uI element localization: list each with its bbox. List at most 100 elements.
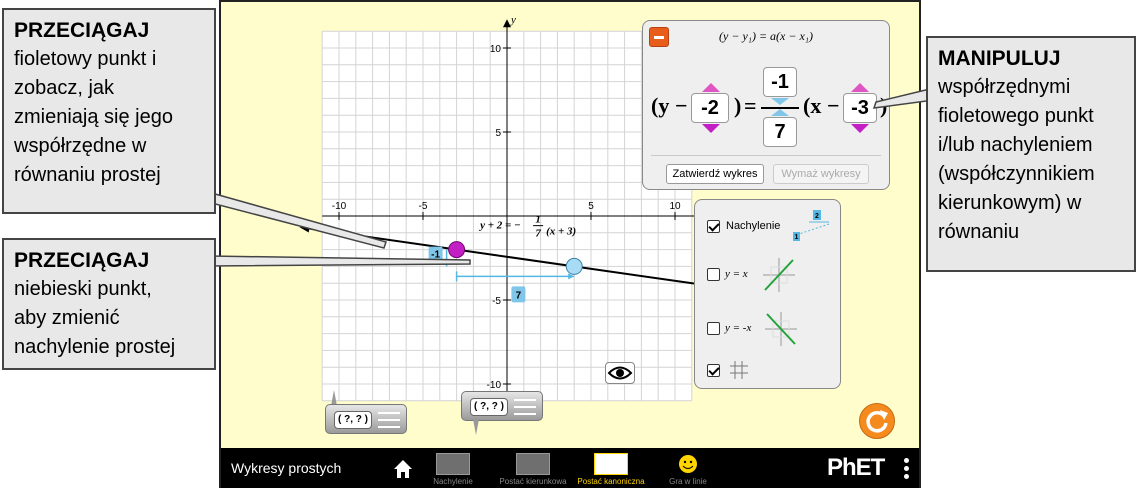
callout-line: aby zmienić [14, 307, 120, 329]
callout-line: równaniu prostej [14, 164, 161, 186]
callout-line: nachylenie prostej [14, 336, 176, 358]
y-equals-neg-x-label: y = -x [725, 322, 752, 334]
y-equals-x-checkbox[interactable] [707, 268, 720, 281]
blue-slope-handle[interactable] [565, 257, 583, 275]
grid-icon [730, 361, 748, 379]
x1-decrement-arrow[interactable] [851, 124, 869, 133]
slope-numerator-spinner[interactable]: -1 [763, 67, 797, 97]
y-axis-arrow [503, 19, 511, 28]
graph-options-panel: Nachylenie 2 1 y = x y = -x [694, 199, 841, 389]
callout-line: (współczynnikiem [938, 163, 1095, 185]
callout-line: zmieniają się jego [14, 106, 173, 128]
y-equals-x-label: y = x [725, 268, 748, 280]
slope-checkbox[interactable] [707, 220, 720, 233]
y1-increment-arrow[interactable] [702, 83, 720, 92]
point-tool-2-readout: ( ?, ? ) [470, 398, 508, 416]
rise-label: -1 [431, 250, 440, 261]
callout-line: kierunkowym) w [938, 192, 1082, 214]
y-tick-label: -5 [492, 296, 501, 307]
slope-denominator-spinner[interactable]: 7 [763, 117, 797, 147]
slope-icon: 2 1 [792, 210, 830, 241]
callout-line: współrzędnymi [938, 76, 1071, 98]
callout-drag-blue: PRZECIĄGAJ niebieski punkt, aby zmienić … [2, 238, 216, 370]
eq-x-close: ) [880, 93, 888, 118]
screen-tab-line-game[interactable]: Gra w linie [661, 453, 715, 486]
grid-checkbox[interactable] [707, 364, 720, 377]
screen-tab-slope[interactable]: Nachylenie [427, 453, 479, 486]
rise-label-box: -1 [428, 246, 443, 261]
screen-tab-point-slope[interactable]: Postać kanoniczna [573, 453, 649, 486]
x-tick-label: -10 [332, 201, 347, 212]
x-tick-label: 5 [588, 201, 594, 212]
y1-spinner[interactable]: -2 [691, 93, 729, 123]
point-tool-1-readout: ( ?, ? ) [334, 411, 372, 429]
screen-tab-slope-intercept[interactable]: Postać kierunkowa [493, 453, 573, 486]
y-tick-label: 5 [495, 128, 501, 139]
run-label: 7 [516, 290, 522, 301]
eye-icon [607, 366, 633, 380]
smiley-icon [671, 453, 705, 475]
point-tool-2[interactable]: ( ?, ? ) [461, 391, 543, 421]
slope-option-label: Nachylenie [726, 220, 781, 232]
navigation-bar: Wykresy prostych Nachylenie Postać kieru… [221, 448, 919, 488]
home-icon[interactable] [393, 459, 413, 479]
y-tick-label: -10 [487, 380, 502, 391]
reset-icon [866, 410, 888, 433]
equation-panel: (y − y₁) = a(x − x₁) (y − -2 ) = -1 7 (x… [642, 20, 890, 190]
callout-line: fioletowy punkt i [14, 48, 157, 70]
screen-thumbnail [516, 453, 550, 475]
simulation-area: -10-5510105-5-10 x y -1 7 y + 2 = − 1 7 … [219, 0, 921, 488]
line-arrow-left [299, 224, 310, 233]
screen-thumbnail [436, 453, 470, 475]
y1-decrement-arrow[interactable] [702, 124, 720, 133]
slope-icon-run: 1 [795, 234, 799, 241]
slope-num-decrement-arrow[interactable] [771, 98, 789, 105]
app-title: Wykresy prostych [231, 460, 342, 476]
slope-den-increment-arrow[interactable] [771, 109, 789, 116]
callout-line: zobacz, jak [14, 77, 115, 99]
screen-tab-label: Nachylenie [433, 477, 473, 486]
callout-manipulate: MANIPULUJ współrzędnymi fioletowego punk… [926, 36, 1136, 272]
callout-title: PRZECIĄGAJ [14, 249, 150, 272]
callout-title: PRZECIĄGAJ [14, 19, 150, 42]
line-label-lhs: y + 2 = − [478, 220, 521, 232]
x1-increment-arrow[interactable] [851, 83, 869, 92]
slope-icon-rise: 2 [815, 213, 819, 220]
y-equals-neg-x-icon [765, 312, 797, 346]
eq-y-close: ) [734, 93, 742, 118]
line-label-den: 7 [535, 228, 541, 240]
eq-y-open: (y − [651, 93, 688, 118]
point-slope-template: (y − y₁) = a(x − x₁) [719, 29, 813, 43]
panel-divider [651, 155, 881, 156]
run-label-box: 7 [511, 286, 526, 303]
line-label-num: 1 [535, 214, 541, 226]
grip-lines-icon [378, 412, 400, 428]
callout-drag-purple: PRZECIĄGAJ fioletowy punkt i zobacz, jak… [2, 8, 216, 214]
x-tick-label: -5 [419, 201, 428, 212]
y-equals-x-icon [763, 258, 795, 292]
line-label-rhs: (x + 3) [546, 226, 576, 238]
callout-line: i/lub nachyleniem [938, 134, 1093, 156]
callout-line: niebieski punkt, [14, 278, 152, 300]
purple-point-handle[interactable] [448, 241, 466, 259]
eye-toggle-button[interactable] [605, 362, 635, 384]
save-graph-button[interactable]: Zatwierdź wykres [666, 164, 764, 184]
screen-thumbnail [594, 453, 628, 475]
x1-spinner[interactable]: -3 [843, 93, 877, 123]
erase-graphs-button[interactable]: Wymaż wykresy [773, 164, 869, 184]
point-tool-pointer [473, 419, 479, 435]
phet-logo[interactable]: PhET [827, 454, 885, 482]
y-axis-label: y [510, 14, 516, 26]
screen-tab-label: Gra w linie [669, 477, 707, 486]
callout-title: MANIPULUJ [938, 47, 1061, 70]
y-equals-neg-x-checkbox[interactable] [707, 322, 720, 335]
callout-line: współrzędne w [14, 135, 147, 157]
callout-line: równaniu [938, 221, 1020, 243]
y-tick-label: 10 [490, 44, 502, 55]
point-tool-1[interactable]: ( ?, ? ) [325, 404, 407, 434]
eq-equals: = [744, 93, 757, 118]
reset-all-button[interactable] [859, 403, 895, 439]
callout-line: fioletowego punkt [938, 105, 1094, 127]
menu-dots-icon[interactable] [904, 458, 910, 480]
grip-lines-icon [514, 399, 536, 415]
